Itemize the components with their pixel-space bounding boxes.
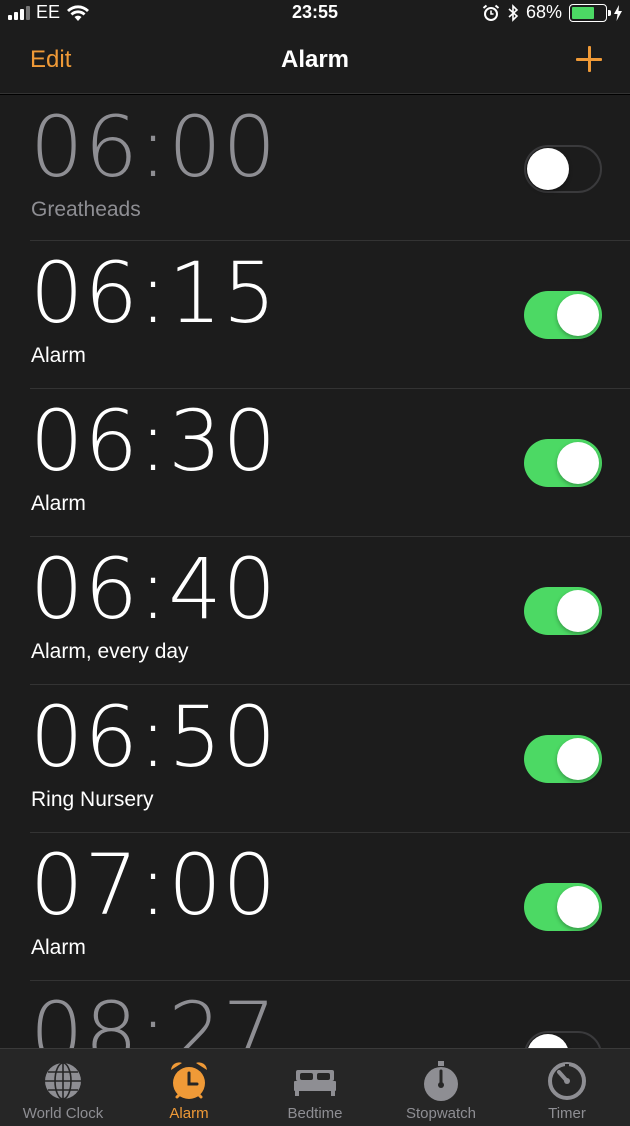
plus-icon[interactable]	[574, 44, 604, 74]
alarm-toggle[interactable]	[524, 883, 602, 931]
tab-bedtime[interactable]: Bedtime	[252, 1049, 378, 1126]
alarm-clock-icon	[171, 1062, 207, 1099]
alarm-time: 06:40	[30, 540, 278, 638]
toggle-knob	[557, 590, 599, 632]
alarm-row[interactable]: 07:00 Alarm	[30, 833, 630, 981]
alarm-label: Alarm	[31, 492, 86, 515]
battery-fill	[572, 6, 594, 19]
tab-label: Bedtime	[287, 1105, 343, 1122]
navigation-bar: Edit Alarm	[0, 26, 630, 94]
charging-icon	[614, 4, 622, 21]
alarm-row[interactable]: 06:15 Alarm	[30, 241, 630, 389]
alarm-time: 06:00	[30, 98, 278, 196]
stopwatch-icon	[424, 1061, 458, 1101]
alarm-toggle[interactable]	[524, 291, 602, 339]
alarm-row[interactable]: 06:40 Alarm, every day	[30, 537, 630, 685]
tab-label: Stopwatch	[405, 1105, 477, 1122]
alarm-toggle[interactable]	[524, 735, 602, 783]
tab-bar: World Clock Alarm Bedtime Stopwatch Time…	[0, 1048, 630, 1126]
tab-label: Timer	[548, 1105, 586, 1122]
toggle-knob	[527, 148, 569, 190]
alarm-list: 06:00 Greatheads 06:15 Alarm 06:30 Alarm 06:40…	[0, 95, 630, 1048]
battery-icon	[569, 3, 611, 22]
alarm-time: 08:27	[30, 984, 278, 1048]
alarm-label: Alarm, every day	[31, 640, 189, 663]
globe-icon	[45, 1062, 81, 1100]
alarm-row[interactable]: 06:50 Ring Nursery	[30, 685, 630, 833]
tab-world-clock[interactable]: World Clock	[0, 1049, 126, 1126]
alarm-toggle[interactable]	[524, 439, 602, 487]
alarm-row[interactable]: 06:30 Alarm	[30, 389, 630, 537]
alarm-toggle[interactable]	[524, 587, 602, 635]
alarm-label: Ring Nursery	[31, 788, 154, 811]
tab-label: World Clock	[22, 1105, 104, 1122]
alarm-label: Greatheads	[31, 198, 141, 221]
alarm-toggle[interactable]	[524, 1031, 602, 1048]
alarm-label: Alarm	[31, 936, 86, 959]
tab-timer[interactable]: Timer	[504, 1049, 630, 1126]
status-bar: EE 23:55 68%	[0, 0, 630, 26]
tab-alarm[interactable]: Alarm	[126, 1049, 252, 1126]
alarm-label: Alarm	[31, 344, 86, 367]
battery-percent: 68%	[525, 2, 562, 22]
toggle-knob	[557, 442, 599, 484]
toggle-knob	[557, 294, 599, 336]
alarm-row[interactable]: 06:00 Greatheads	[30, 95, 630, 241]
alarm-row[interactable]: 08:27	[30, 981, 630, 1048]
tab-stopwatch[interactable]: Stopwatch	[378, 1049, 504, 1126]
tab-label: Alarm	[169, 1105, 209, 1122]
bluetooth-icon	[508, 3, 519, 22]
bed-icon	[294, 1070, 336, 1096]
timer-icon	[548, 1062, 586, 1100]
alarm-time: 07:00	[30, 836, 278, 934]
toggle-knob	[557, 738, 599, 780]
status-right: 68%	[482, 2, 622, 23]
alarm-time: 06:30	[30, 392, 278, 490]
alarm-time: 06:50	[30, 688, 278, 786]
alarm-time: 06:15	[30, 244, 278, 342]
toggle-knob	[527, 1034, 569, 1048]
page-title: Alarm	[280, 46, 350, 73]
alarm-toggle[interactable]	[524, 145, 602, 193]
alarm-clock-icon	[482, 4, 500, 21]
toggle-knob	[557, 886, 599, 928]
